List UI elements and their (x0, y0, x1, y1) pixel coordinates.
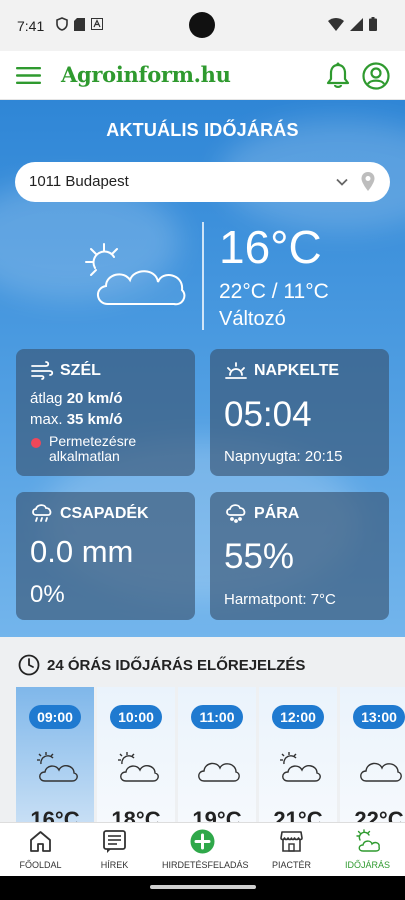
app-header: Agroinform.hu (0, 51, 405, 100)
spray-status-dot (31, 438, 41, 448)
bottom-navigation: FŐOLDAL HÍREK HIRDETÉSFELADÁS PIACTÉR ID… (0, 822, 405, 876)
wind-max-label: max. (30, 411, 63, 428)
nav-label: PIACTÉR (271, 860, 311, 870)
current-temperature: 16°C (219, 221, 322, 273)
precipitation-title: CSAPADÉK (60, 505, 149, 522)
sunset-time: Napnyugta: 20:15 (224, 448, 343, 465)
clock-icon (18, 654, 40, 676)
sunrise-icon (225, 362, 247, 379)
profile-icon[interactable] (362, 62, 390, 90)
dewpoint-value: Harmatpont: 7°C (224, 591, 336, 608)
location-pin-icon[interactable] (360, 171, 376, 193)
status-icons-right (328, 17, 377, 31)
forecast-hour-card[interactable]: 09:00 16°C (16, 687, 94, 822)
wind-max-value: 35 km/ó (66, 411, 123, 428)
sunrise-card: NAPKELTE 05:04 Napnyugta: 20:15 (210, 349, 389, 476)
humidity-card: PÁRA 55% Harmatpont: 7°C (210, 492, 389, 620)
nav-item-news[interactable]: HÍREK (74, 823, 155, 877)
forecast-hour-card[interactable]: 10:00 18°C (97, 687, 175, 822)
hour-time: 11:00 (191, 705, 243, 729)
nav-label: HÍREK (100, 860, 129, 870)
market-icon (280, 831, 303, 852)
hour-time: 10:00 (110, 705, 162, 729)
divider (202, 222, 204, 330)
wind-average-label: átlag (30, 390, 63, 407)
battery-icon (369, 17, 377, 31)
status-bar: 7:41 (0, 0, 405, 51)
hour-temperature: 19°C (192, 807, 242, 822)
hamburger-menu-icon[interactable] (16, 66, 41, 85)
forecast-hour-card[interactable]: 12:00 21°C (259, 687, 337, 822)
hour-temperature: 21°C (273, 807, 323, 822)
nav-item-market[interactable]: PIACTÉR (251, 823, 332, 877)
nav-label: IDŐJÁRÁS (344, 860, 390, 870)
weather-title: AKTUÁLIS IDŐJÁRÁS (106, 120, 299, 140)
news-icon (103, 830, 126, 853)
hour-time: 09:00 (29, 705, 81, 729)
gesture-handle[interactable] (150, 885, 256, 889)
font-icon (91, 18, 103, 30)
hour-temperature: 16°C (30, 807, 80, 822)
wifi-icon (328, 17, 344, 31)
home-icon (30, 831, 51, 852)
precipitation-card: CSAPADÉK 0.0 mm 0% (16, 492, 195, 620)
humidity-icon (226, 504, 246, 523)
temperature-range: 22°C / 11°C (219, 280, 329, 303)
wind-icon (31, 361, 54, 380)
forecast-hour-card[interactable]: 13:00 22°C (340, 687, 405, 822)
location-value: 1011 Budapest (29, 173, 129, 190)
hour-time: 13:00 (353, 705, 405, 729)
sd-card-icon (74, 17, 85, 31)
weather-condition: Változó (219, 308, 286, 330)
sunrise-title: NAPKELTE (254, 362, 340, 379)
camera-cutout (189, 12, 215, 38)
precipitation-amount: 0.0 mm (30, 534, 134, 569)
partly-cloudy-icon (118, 752, 159, 782)
wind-title: SZÉL (60, 362, 101, 379)
nav-item-post-ad[interactable]: HIRDETÉSFELADÁS (162, 823, 249, 877)
cloud-icon (360, 762, 402, 782)
chevron-down-icon[interactable] (335, 175, 349, 189)
humidity-title: PÁRA (254, 505, 300, 522)
status-time: 7:41 (17, 18, 45, 34)
spray-status: Permetezésre alkalmatlan (49, 433, 137, 464)
add-icon (190, 829, 215, 854)
partly-cloudy-icon (85, 243, 186, 306)
forecast-hour-card[interactable]: 11:00 19°C (178, 687, 256, 822)
bell-icon[interactable] (325, 62, 351, 90)
humidity-value: 55% (224, 537, 295, 576)
shield-icon (56, 17, 68, 31)
signal-icon (350, 17, 363, 31)
current-weather-section: AKTUÁLIS IDŐJÁRÁS 1011 Budapest 16°C 22°… (0, 100, 405, 637)
nav-label: HIRDETÉSFELADÁS (162, 860, 249, 870)
hour-temperature: 22°C (354, 807, 404, 822)
wind-max: max. 35 km/ó (30, 411, 123, 428)
precipitation-chance: 0% (30, 581, 65, 608)
location-select[interactable]: 1011 Budapest (15, 162, 390, 202)
cloud-icon (198, 762, 240, 782)
weather-icon (356, 829, 380, 852)
nav-label: FŐOLDAL (19, 860, 62, 870)
wind-card: SZÉL átlag 20 km/ó max. 35 km/ó Permetez… (16, 349, 195, 476)
forecast-section: 24 ÓRÁS IDŐJÁRÁS ELŐREJELZÉS 09:00 16°C … (0, 637, 405, 822)
system-gesture-bar (0, 876, 405, 900)
status-icons-left (56, 17, 103, 31)
app-logo[interactable]: Agroinform.hu (61, 62, 231, 87)
wind-average: átlag 20 km/ó (30, 390, 123, 407)
hour-temperature: 18°C (111, 807, 161, 822)
forecast-title: 24 ÓRÁS IDŐJÁRÁS ELŐREJELZÉS (47, 657, 306, 674)
nav-item-weather[interactable]: IDŐJÁRÁS (327, 823, 405, 877)
wind-average-value: 20 km/ó (66, 390, 123, 407)
sunrise-time: 05:04 (224, 395, 312, 434)
rain-cloud-icon (32, 504, 52, 522)
nav-item-home[interactable]: FŐOLDAL (0, 823, 81, 877)
hour-time: 12:00 (272, 705, 324, 729)
partly-cloudy-icon (280, 752, 321, 782)
partly-cloudy-icon (37, 752, 78, 782)
